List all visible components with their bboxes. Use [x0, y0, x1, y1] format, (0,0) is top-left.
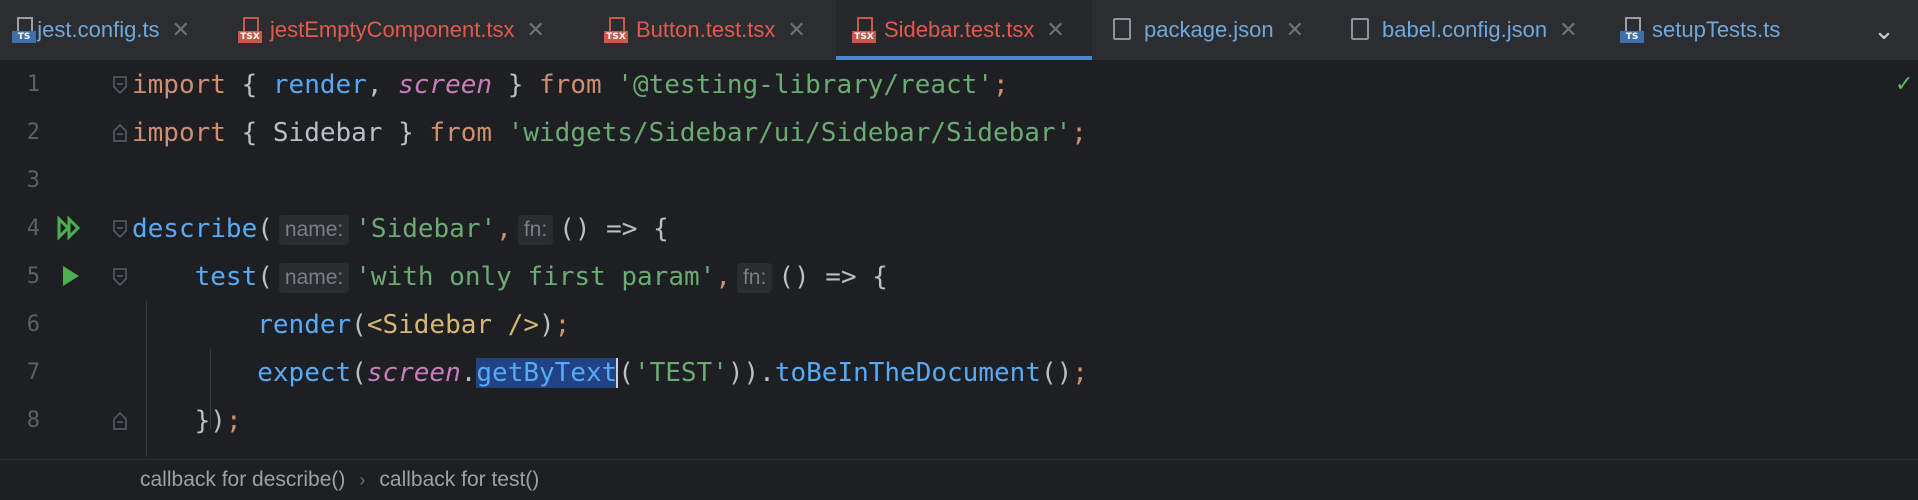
- close-icon[interactable]: ✕: [527, 17, 545, 43]
- json-file-icon: [1110, 17, 1136, 43]
- tab-label: Sidebar.test.tsx: [884, 17, 1035, 42]
- line-number: 6: [26, 312, 40, 337]
- line-number: 3: [26, 168, 40, 193]
- line-number: 8: [26, 408, 40, 433]
- line-number: 4: [26, 216, 40, 241]
- fold-marker-icon[interactable]: [112, 123, 128, 143]
- tab-sidebar-test[interactable]: TSX Sidebar.test.tsx ✕: [836, 0, 1092, 60]
- tab-babel-config[interactable]: babel.config.json ✕: [1348, 0, 1600, 60]
- tab-button-test[interactable]: TSX Button.test.tsx ✕: [604, 0, 832, 60]
- fold-marker-icon[interactable]: [112, 267, 128, 287]
- code-line: 1 import { render, screen } from '@testi…: [0, 61, 1918, 109]
- code-line: 5 test(name:'with only first param', fn:(…: [0, 253, 1918, 301]
- line-number: 1: [26, 72, 40, 97]
- tab-label: babel.config.json: [1382, 17, 1548, 42]
- breadcrumb-item[interactable]: callback for describe(): [140, 468, 345, 492]
- code-line: 3: [0, 157, 1918, 205]
- line-number: 5: [26, 264, 40, 289]
- tsx-file-icon: TSX: [238, 17, 262, 43]
- tab-package-json[interactable]: package.json ✕: [1110, 0, 1322, 60]
- tab-jest-config[interactable]: TS jest.config.ts ✕: [0, 0, 190, 60]
- code-line: 2 import { Sidebar } from 'widgets/Sideb…: [0, 109, 1918, 157]
- breadcrumb-separator-icon: ›: [359, 469, 366, 490]
- run-all-tests-icon[interactable]: [56, 215, 82, 241]
- tab-overflow-chevron-down-icon[interactable]: ⌄: [1850, 0, 1918, 60]
- close-icon[interactable]: ✕: [172, 17, 190, 43]
- fold-marker-icon[interactable]: [112, 411, 128, 431]
- close-icon[interactable]: ✕: [1046, 17, 1064, 43]
- parameter-hint: fn:: [736, 262, 773, 293]
- ts-file-icon: TS: [1620, 17, 1644, 43]
- code-breadcrumb: callback for describe() › callback for t…: [0, 459, 1918, 500]
- line-number: 2: [26, 120, 40, 145]
- ts-file-icon: TS: [12, 17, 36, 43]
- parameter-hint: name:: [278, 214, 350, 245]
- code-line: 8 });: [0, 397, 1918, 445]
- close-icon[interactable]: ✕: [1286, 17, 1304, 43]
- close-icon[interactable]: ✕: [1559, 17, 1577, 43]
- code-editor[interactable]: ✓ 1 import { render, screen } from '@tes…: [0, 61, 1918, 459]
- line-number: 7: [26, 360, 40, 385]
- tab-jest-empty-component[interactable]: TSX jestEmptyComponent.tsx ✕: [238, 0, 578, 60]
- json-file-icon: [1348, 17, 1374, 43]
- tab-label: jest.config.ts: [37, 17, 160, 42]
- code-line: 4 describe(name: 'Sidebar', fn:() => {: [0, 205, 1918, 253]
- tab-setup-tests[interactable]: TS setupTests.ts: [1620, 0, 1836, 60]
- breadcrumb-item[interactable]: callback for test(): [379, 468, 539, 492]
- tab-label: Button.test.tsx: [636, 17, 776, 42]
- editor-tab-bar: TS jest.config.ts ✕ TSX jestEmptyCompone…: [0, 0, 1918, 61]
- tab-label: setupTests.ts: [1652, 17, 1781, 42]
- tab-label: jestEmptyComponent.tsx: [270, 17, 515, 42]
- code-line: 6 render(<Sidebar />);: [0, 301, 1918, 349]
- close-icon[interactable]: ✕: [787, 17, 805, 43]
- run-test-icon[interactable]: [60, 263, 82, 289]
- tsx-file-icon: TSX: [604, 17, 628, 43]
- tab-label: package.json: [1144, 17, 1274, 42]
- fold-marker-icon[interactable]: [112, 219, 128, 239]
- fold-marker-icon[interactable]: [112, 75, 128, 95]
- parameter-hint: fn:: [517, 214, 554, 245]
- tsx-file-icon: TSX: [852, 17, 876, 43]
- code-line: 7 expect(screen.getByText('TEST')).toBeI…: [0, 349, 1918, 397]
- parameter-hint: name:: [278, 262, 350, 293]
- selected-text: getByT: [476, 358, 571, 388]
